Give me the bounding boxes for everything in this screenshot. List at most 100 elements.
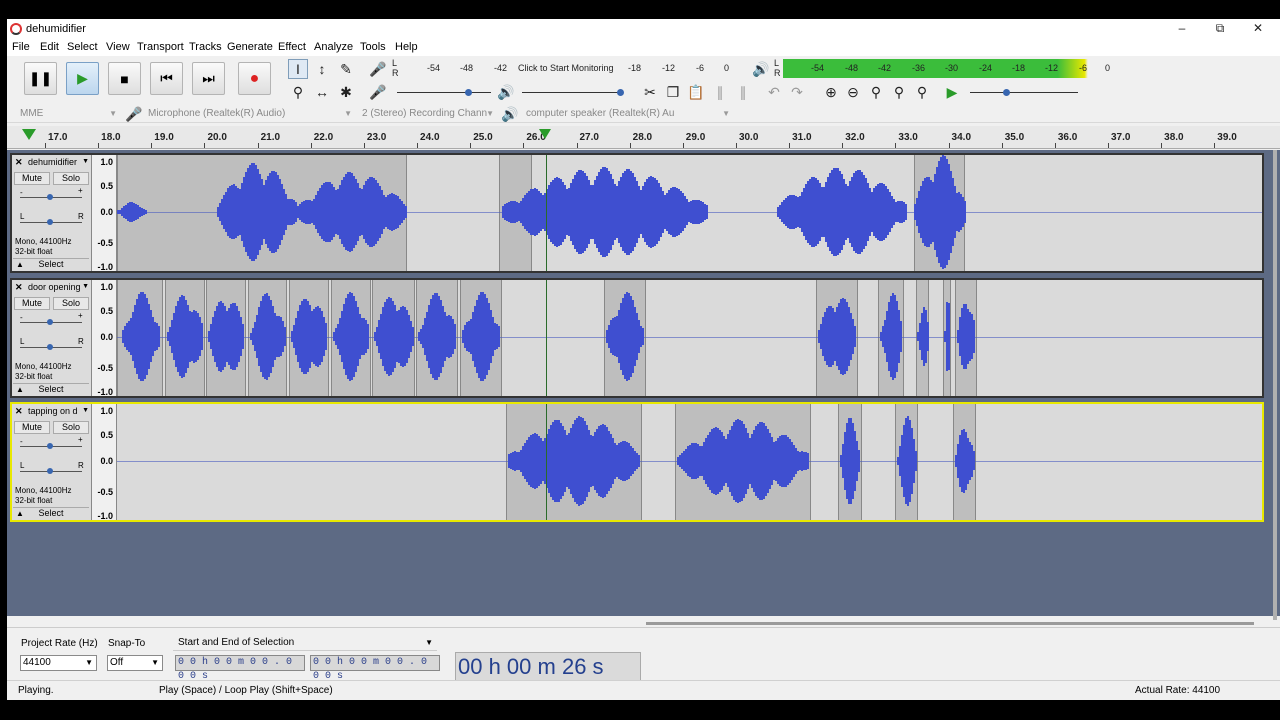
waveform-area[interactable] bbox=[117, 404, 1262, 520]
recording-volume-slider[interactable] bbox=[397, 92, 491, 93]
pause-button[interactable]: ❚❚ bbox=[24, 62, 57, 95]
recording-volume-knob[interactable] bbox=[465, 89, 472, 96]
menu-transport[interactable]: Transport bbox=[137, 41, 184, 53]
select-track-button[interactable]: ▲ Select bbox=[13, 507, 89, 519]
start-monitoring-label[interactable]: Click to Start Monitoring bbox=[518, 63, 614, 73]
mute-button[interactable]: Mute bbox=[14, 421, 50, 434]
collapse-track-icon[interactable]: ▲ bbox=[16, 259, 24, 270]
microphone-icon[interactable]: 🎤 bbox=[368, 59, 388, 79]
pan-slider-knob[interactable] bbox=[47, 219, 53, 225]
track-panel[interactable]: ✕ dehumidifier ▼ Mute Solo - + L R Mono, 44100Hz 3… bbox=[7, 150, 1280, 616]
stop-button[interactable]: ■ bbox=[108, 62, 141, 95]
mute-button[interactable]: Mute bbox=[14, 172, 50, 185]
snap-to-select[interactable]: Off ▼ bbox=[107, 655, 163, 671]
skip-to-end-button[interactable]: ⏭ bbox=[192, 62, 225, 95]
selection-start-time[interactable]: 0 0 h 0 0 m 0 0 . 0 0 0 s bbox=[175, 655, 305, 682]
redo-icon[interactable]: ↷ bbox=[787, 82, 807, 102]
menu-generate[interactable]: Generate bbox=[227, 41, 273, 53]
recording-channels-select[interactable]: 2 (Stereo) Recording Chann ▼ bbox=[359, 106, 497, 122]
collapse-track-icon[interactable]: ▲ bbox=[16, 384, 24, 395]
menu-select[interactable]: Select bbox=[67, 41, 98, 53]
play-button[interactable]: ▶ bbox=[66, 62, 99, 95]
track-name-menu[interactable]: dehumidifier bbox=[28, 157, 90, 167]
zoom-out-icon[interactable]: ⊖ bbox=[843, 82, 863, 102]
menu-analyze[interactable]: Analyze bbox=[314, 41, 353, 53]
menu-tracks[interactable]: Tracks bbox=[189, 41, 222, 53]
track-control-panel[interactable]: ✕ door opening ▼ Mute Solo - + L R Mono, 44100Hz 3… bbox=[12, 279, 92, 396]
fit-project-icon[interactable]: ⚲ bbox=[889, 82, 909, 102]
playback-volume-slider[interactable] bbox=[522, 92, 623, 93]
menu-file[interactable]: File bbox=[12, 41, 30, 53]
solo-button[interactable]: Solo bbox=[53, 296, 89, 310]
mute-button[interactable]: Mute bbox=[14, 296, 50, 310]
timeshift-tool-icon[interactable]: ↔ bbox=[312, 82, 332, 102]
playback-device-select[interactable]: computer speaker (Realtek(R) Au ▼ bbox=[523, 106, 733, 122]
draw-tool-icon[interactable]: ✎ bbox=[336, 59, 356, 79]
speaker-icon[interactable]: 🔊 bbox=[751, 59, 771, 79]
pin-play-head-icon[interactable] bbox=[22, 129, 36, 140]
track-menu-arrow-icon[interactable]: ▼ bbox=[82, 283, 89, 290]
zoom-in-icon[interactable]: ⊕ bbox=[821, 82, 841, 102]
zoom-toggle-icon[interactable]: ⚲ bbox=[912, 82, 932, 102]
menu-help[interactable]: Help bbox=[395, 41, 418, 53]
horizontal-scrollbar[interactable] bbox=[646, 622, 1254, 625]
audio-host-select[interactable]: MME ▼ bbox=[17, 106, 120, 122]
playback-volume-knob[interactable] bbox=[617, 89, 624, 96]
menu-effect[interactable]: Effect bbox=[278, 41, 306, 53]
close-track-icon[interactable]: ✕ bbox=[15, 157, 23, 168]
record-meter[interactable]: -54 -48 -42 Click to Start Monitoring -1… bbox=[402, 60, 735, 77]
play-at-speed-icon[interactable]: ▶ bbox=[942, 82, 962, 102]
undo-icon[interactable]: ↶ bbox=[764, 82, 784, 102]
envelope-tool-icon[interactable]: ↕ bbox=[312, 59, 332, 79]
track-name-menu[interactable]: door opening bbox=[28, 282, 90, 292]
minimize-icon[interactable]: – bbox=[1167, 21, 1197, 37]
solo-button[interactable]: Solo bbox=[53, 421, 89, 434]
track-menu-arrow-icon[interactable]: ▼ bbox=[82, 158, 89, 165]
gain-slider-knob[interactable] bbox=[47, 318, 53, 325]
audio-track[interactable]: ✕ tapping on d ▼ Mute Solo - + L R Mono, 44100Hz 3… bbox=[10, 402, 1264, 522]
select-track-button[interactable]: ▲ Select bbox=[13, 382, 89, 395]
close-window-icon[interactable]: ✕ bbox=[1243, 21, 1273, 37]
close-track-icon[interactable]: ✕ bbox=[15, 282, 23, 293]
waveform-area[interactable] bbox=[117, 279, 1262, 396]
recording-device-select[interactable]: Microphone (Realtek(R) Audio) ▼ bbox=[145, 106, 355, 122]
zoom-tool-icon[interactable]: ⚲ bbox=[288, 82, 308, 102]
menu-view[interactable]: View bbox=[106, 41, 130, 53]
vertical-scrollbar[interactable] bbox=[1273, 150, 1277, 620]
track-control-panel[interactable]: ✕ tapping on d ▼ Mute Solo - + L R Mono, 44100Hz 3… bbox=[12, 404, 92, 520]
timeline-ruler[interactable]: 17.0 18.0 19.0 20.0 21.0 22.0 23.0 24.0 25.0 26.0… bbox=[7, 126, 1280, 149]
playback-meter[interactable]: -54 -48 -42 -36 -30 -24 -18 -12 -6 0 bbox=[783, 59, 1118, 78]
trim-icon[interactable]: ∥ bbox=[710, 82, 730, 102]
record-button[interactable]: ● bbox=[238, 62, 271, 95]
silence-icon[interactable]: ∥ bbox=[733, 82, 753, 102]
selection-mode-select[interactable]: Start and End of Selection ▼ bbox=[173, 635, 437, 651]
selection-tool-icon[interactable]: I bbox=[288, 59, 308, 79]
gain-slider-knob[interactable] bbox=[47, 443, 53, 449]
restore-icon[interactable]: ⧉ bbox=[1205, 21, 1235, 37]
audio-track[interactable]: ✕ door opening ▼ Mute Solo - + L R Mono, 44100Hz 3… bbox=[10, 277, 1264, 398]
menu-edit[interactable]: Edit bbox=[40, 41, 59, 53]
close-track-icon[interactable]: ✕ bbox=[15, 406, 23, 417]
project-rate-select[interactable]: 44100 ▼ bbox=[20, 655, 97, 671]
paste-icon[interactable]: 📋 bbox=[686, 82, 706, 102]
audio-track[interactable]: ✕ dehumidifier ▼ Mute Solo - + L R Mono, 44100Hz 3… bbox=[10, 153, 1264, 273]
skip-to-start-button[interactable]: ⏮ bbox=[150, 62, 183, 95]
waveform-area[interactable] bbox=[117, 155, 1262, 271]
solo-button[interactable]: Solo bbox=[53, 172, 89, 185]
multi-tool-icon[interactable]: ✱ bbox=[336, 82, 356, 102]
play-speed-slider[interactable] bbox=[970, 92, 1078, 93]
gain-slider-knob[interactable] bbox=[47, 194, 53, 200]
track-name-menu[interactable]: tapping on d bbox=[28, 406, 90, 416]
menu-tools[interactable]: Tools bbox=[360, 41, 386, 53]
copy-icon[interactable]: ❐ bbox=[663, 82, 683, 102]
track-menu-arrow-icon[interactable]: ▼ bbox=[82, 407, 89, 414]
select-track-button[interactable]: ▲ Select bbox=[13, 258, 89, 270]
selection-end-time[interactable]: 0 0 h 0 0 m 0 0 . 0 0 0 s bbox=[310, 655, 440, 682]
fit-selection-icon[interactable]: ⚲ bbox=[866, 82, 886, 102]
audio-position-display[interactable]: 00 h 00 m 26 s bbox=[455, 652, 641, 682]
track-control-panel[interactable]: ✕ dehumidifier ▼ Mute Solo - + L R Mono, 44100Hz 3… bbox=[12, 155, 92, 271]
play-speed-knob[interactable] bbox=[1003, 89, 1010, 96]
cut-icon[interactable]: ✂ bbox=[640, 82, 660, 102]
pan-slider-knob[interactable] bbox=[47, 468, 53, 474]
collapse-track-icon[interactable]: ▲ bbox=[16, 508, 24, 519]
